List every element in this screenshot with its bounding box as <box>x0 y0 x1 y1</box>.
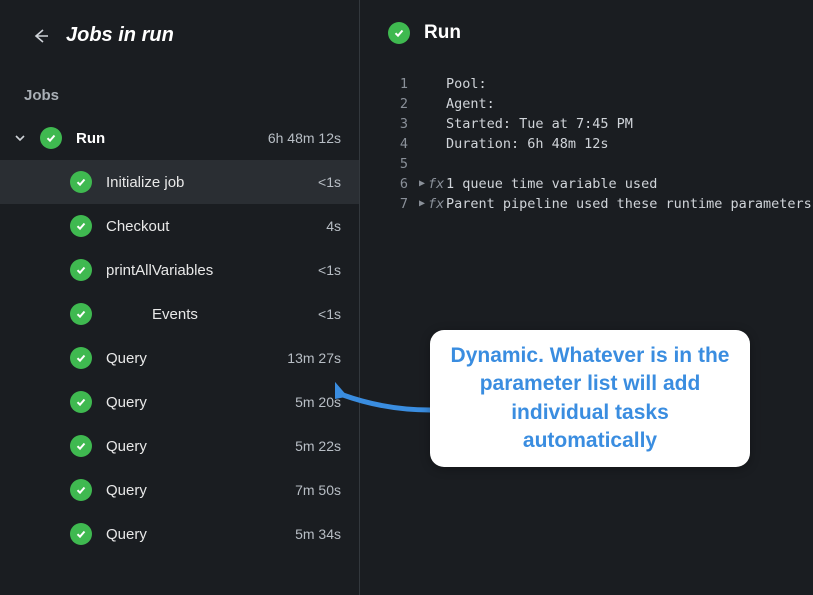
success-icon <box>70 259 92 281</box>
job-name: Query <box>92 394 295 411</box>
job-step-row[interactable]: Events <1s <box>0 292 359 336</box>
job-step-row[interactable]: Checkout 4s <box>0 204 359 248</box>
expand-triangle-icon[interactable]: ▶ <box>416 194 428 214</box>
line-number: 2 <box>388 94 416 114</box>
details-panel: Run 1 Pool: 2 Agent: 3 Started: Tue at 7:45 P… <box>360 0 813 595</box>
log-line[interactable]: 6▶fx1 queue time variable used <box>388 174 813 194</box>
success-icon <box>70 523 92 545</box>
log-text: Parent pipeline used these runtime param… <box>446 194 812 214</box>
log-line: 4 Duration: 6h 48m 12s <box>388 134 813 154</box>
success-icon <box>70 391 92 413</box>
log-text: Duration: 6h 48m 12s <box>446 134 609 154</box>
back-arrow-icon[interactable] <box>30 25 52 47</box>
job-duration: 5m 20s <box>295 394 341 410</box>
job-name: Query <box>92 438 295 455</box>
job-name: Query <box>92 526 295 543</box>
success-icon <box>40 127 62 149</box>
log-line: 5 <box>388 154 813 174</box>
job-step-row[interactable]: Query 7m 50s <box>0 468 359 512</box>
annotation-callout: Dynamic. Whatever is in the parameter li… <box>430 330 750 467</box>
job-duration: 7m 50s <box>295 482 341 498</box>
job-name: Run <box>62 130 268 147</box>
job-duration: 5m 34s <box>295 526 341 542</box>
success-icon <box>70 479 92 501</box>
log-text: Agent: <box>446 94 495 114</box>
job-duration: 13m 27s <box>287 350 341 366</box>
job-step-row[interactable]: Query 5m 22s <box>0 424 359 468</box>
jobs-panel-header: Jobs in run <box>0 0 359 67</box>
job-duration: <1s <box>318 262 341 278</box>
job-step-row[interactable]: Initialize job <1s <box>0 160 359 204</box>
job-parent-row[interactable]: Run 6h 48m 12s <box>0 116 359 160</box>
log-line: 2 Agent: <box>388 94 813 114</box>
job-duration: <1s <box>318 306 341 322</box>
success-icon <box>70 303 92 325</box>
details-title: Run <box>424 22 461 44</box>
log-text: Started: Tue at 7:45 PM <box>446 114 633 134</box>
job-step-row[interactable]: Query 5m 20s <box>0 380 359 424</box>
jobs-section-label: Jobs <box>0 67 359 116</box>
job-name: Query <box>92 350 287 367</box>
log-line: 1 Pool: <box>388 74 813 94</box>
line-number: 4 <box>388 134 416 154</box>
fx-icon: fx <box>428 174 446 194</box>
success-icon <box>388 22 410 44</box>
job-duration: 6h 48m 12s <box>268 130 341 146</box>
job-name: printAllVariables <box>92 262 318 279</box>
log-line[interactable]: 7▶fxParent pipeline used these runtime p… <box>388 194 813 214</box>
job-step-row[interactable]: Query 13m 27s <box>0 336 359 380</box>
line-number: 3 <box>388 114 416 134</box>
job-duration: 4s <box>326 218 341 234</box>
job-name: Initialize job <box>92 174 318 191</box>
job-name: Events <box>92 306 318 323</box>
success-icon <box>70 347 92 369</box>
log-block: 1 Pool: 2 Agent: 3 Started: Tue at 7:45 PM 4 Du… <box>388 74 813 214</box>
line-number: 6 <box>388 174 416 194</box>
log-text: Pool: <box>446 74 487 94</box>
job-duration: 5m 22s <box>295 438 341 454</box>
success-icon <box>70 215 92 237</box>
job-step-row[interactable]: Query 5m 34s <box>0 512 359 556</box>
job-duration: <1s <box>318 174 341 190</box>
fx-icon: fx <box>428 194 446 214</box>
jobs-panel: Jobs in run Jobs Run 6h 48m 12s <box>0 0 360 595</box>
panel-title: Jobs in run <box>66 24 174 47</box>
chevron-down-icon[interactable] <box>0 132 40 144</box>
line-number: 7 <box>388 194 416 214</box>
log-line: 3 Started: Tue at 7:45 PM <box>388 114 813 134</box>
success-icon <box>70 435 92 457</box>
line-number: 1 <box>388 74 416 94</box>
expand-triangle-icon[interactable]: ▶ <box>416 174 428 194</box>
details-header: Run <box>388 22 813 74</box>
success-icon <box>70 171 92 193</box>
log-text: 1 queue time variable used <box>446 174 657 194</box>
job-name: Checkout <box>92 218 326 235</box>
job-name: Query <box>92 482 295 499</box>
job-list: Run 6h 48m 12s Initialize job <1s Checko… <box>0 116 359 556</box>
job-step-row[interactable]: printAllVariables <1s <box>0 248 359 292</box>
line-number: 5 <box>388 154 416 174</box>
